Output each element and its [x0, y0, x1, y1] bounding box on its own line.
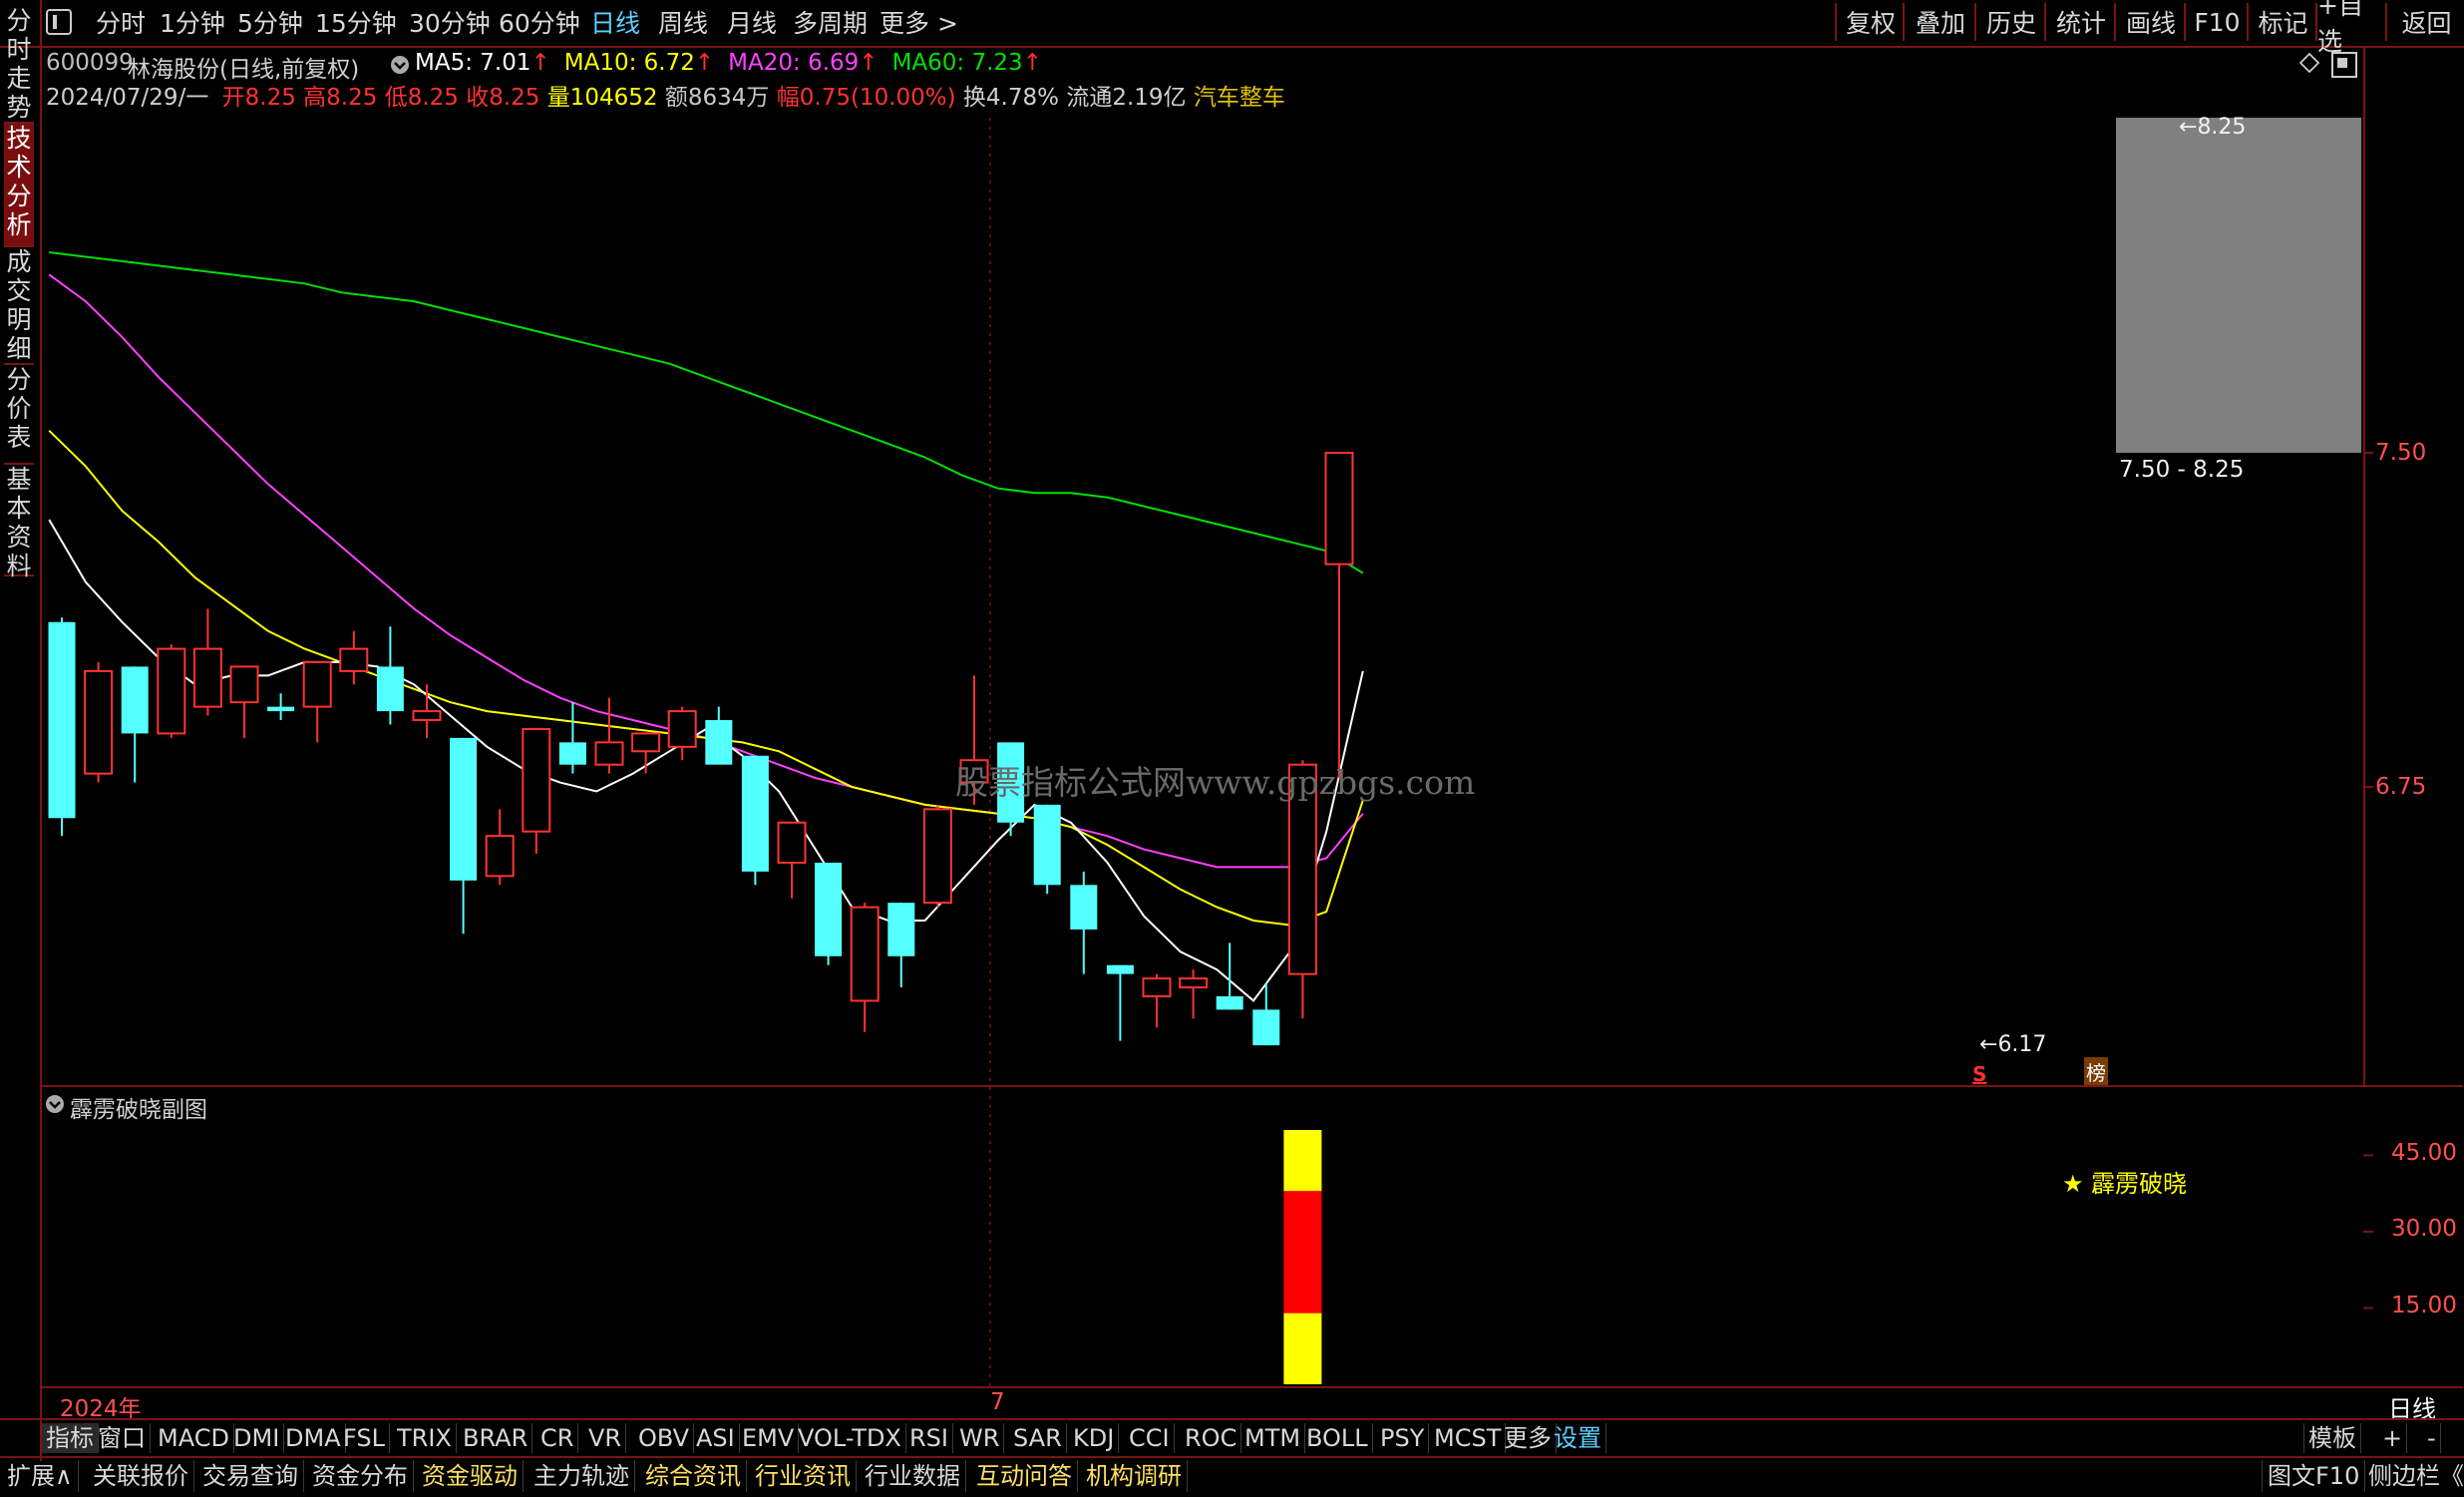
- watermark-text: 股票指标公式网www.gpzbgs.com: [955, 763, 1476, 802]
- bottom-tab-3[interactable]: 资金分布: [307, 1460, 414, 1492]
- indicator-tab-10[interactable]: OBV: [634, 1423, 695, 1453]
- price-axis-label-750: 7.50: [2375, 440, 2427, 466]
- indicator-tab-3[interactable]: DMI: [229, 1423, 285, 1453]
- subchart-title: 霹雳破晓副图: [70, 1097, 207, 1123]
- price-axis-divider: [2363, 48, 2365, 1085]
- bottom-tab-9[interactable]: 互动问答: [971, 1460, 1078, 1492]
- low-price-mark: ←6.17: [1979, 1032, 2047, 1057]
- bottom-tab-10[interactable]: 机构调研: [1081, 1460, 1188, 1492]
- candle-body-22: [850, 906, 880, 1002]
- indicator-tab-23[interactable]: MCST: [1430, 1423, 1507, 1453]
- indicator-tab-1[interactable]: 窗口: [94, 1423, 151, 1453]
- candle-body-17: [667, 710, 697, 748]
- indicator-tab-5[interactable]: FSL: [339, 1423, 390, 1453]
- f10-graphic-button[interactable]: 图文F10: [2262, 1460, 2366, 1492]
- indicator-tab-8[interactable]: CR: [536, 1423, 579, 1453]
- signal-bang-badge[interactable]: 榜: [2084, 1057, 2108, 1086]
- indicator-tab-7[interactable]: BRAR: [459, 1423, 533, 1453]
- remove-indicator-button[interactable]: -: [2423, 1423, 2441, 1453]
- candle-body-21: [815, 862, 843, 956]
- subchart-collapse-icon[interactable]: [46, 1095, 64, 1113]
- subchart-bar-seg-0: [1283, 1312, 1322, 1384]
- candle-body-15: [594, 741, 624, 766]
- subchart-bar-seg-1: [1283, 1191, 1322, 1313]
- candle-body-0: [48, 621, 76, 819]
- bottom-tab-7[interactable]: 行业资讯: [750, 1460, 857, 1492]
- kline-chart[interactable]: [0, 0, 2464, 1495]
- candle-body-20: [777, 821, 807, 864]
- target-range-label: 7.50 - 8.25: [2119, 457, 2245, 483]
- bottom-tab-6[interactable]: 综合资讯: [640, 1460, 747, 1492]
- candle-body-12: [485, 835, 515, 878]
- indicator-tab-4[interactable]: DMA: [281, 1423, 346, 1453]
- target-range-box: [2116, 118, 2361, 453]
- sidebar-toggle-button[interactable]: 侧边栏《: [2363, 1460, 2464, 1492]
- candle-body-9: [376, 666, 404, 712]
- bottom-tab-2[interactable]: 交易查询: [197, 1460, 304, 1492]
- indicator-tab-0[interactable]: 指标: [42, 1423, 99, 1453]
- indicator-tab-21[interactable]: BOLL: [1302, 1423, 1373, 1453]
- high-price-mark: ←8.25: [2179, 115, 2247, 140]
- indicator-tab-13[interactable]: VOL-TDX: [794, 1423, 906, 1453]
- indicator-tab-19[interactable]: ROC: [1181, 1423, 1242, 1453]
- indicator-tab-20[interactable]: MTM: [1240, 1423, 1306, 1453]
- subchart-bar-seg-2: [1283, 1130, 1322, 1192]
- candle-body-23: [887, 903, 915, 956]
- candle-body-19: [741, 755, 769, 872]
- price-axis-label-675: 6.75: [2375, 774, 2427, 800]
- indicator-tab-6[interactable]: TRIX: [393, 1423, 457, 1453]
- indicator-tab-16[interactable]: SAR: [1009, 1423, 1067, 1453]
- candle-body-2: [121, 666, 149, 734]
- candle-body-32: [1216, 995, 1243, 1010]
- candle-body-18: [705, 720, 733, 765]
- signal-s-mark[interactable]: S: [1972, 1062, 1986, 1086]
- candle-body-6: [267, 706, 295, 712]
- indicator-tab-11[interactable]: ASI: [692, 1423, 740, 1453]
- sub-axis-label-15: 15.00: [2391, 1293, 2457, 1318]
- indicator-tab-22[interactable]: PSY: [1376, 1423, 1430, 1453]
- candle-body-35: [1324, 452, 1354, 565]
- indicator-tab-12[interactable]: EMV: [738, 1423, 800, 1453]
- bottom-tab-1[interactable]: 关联报价: [88, 1460, 194, 1492]
- candle-body-28: [1070, 885, 1098, 930]
- indicator-tab-2[interactable]: MACD: [154, 1423, 234, 1453]
- sub-axis-label-45: 45.00: [2391, 1140, 2457, 1166]
- candle-body-7: [302, 660, 332, 708]
- candle-body-11: [450, 737, 478, 881]
- candle-body-30: [1142, 977, 1172, 997]
- candle-body-31: [1179, 977, 1209, 989]
- sub-axis-label-30: 30.00: [2391, 1216, 2457, 1242]
- subchart-divider: [40, 1085, 2463, 1087]
- candle-body-33: [1252, 1009, 1280, 1046]
- add-indicator-button[interactable]: +: [2378, 1423, 2408, 1453]
- indicator-tab-15[interactable]: WR: [955, 1423, 1005, 1453]
- indicator-tab-17[interactable]: KDJ: [1069, 1423, 1120, 1453]
- indicator-tab-9[interactable]: VR: [584, 1423, 627, 1453]
- candle-body-4: [192, 647, 222, 708]
- indicator-tab-24[interactable]: 更多: [1500, 1423, 1557, 1453]
- template-button[interactable]: 模板: [2303, 1423, 2361, 1453]
- candle-body-24: [922, 808, 952, 905]
- bottom-tab-4[interactable]: 资金驱动: [417, 1460, 524, 1492]
- time-axis-month: 7: [990, 1389, 1005, 1415]
- candle-body-10: [412, 710, 442, 722]
- ma60-line: [49, 251, 1364, 574]
- indicator-tab-14[interactable]: RSI: [905, 1423, 953, 1453]
- indicator-tab-18[interactable]: CCI: [1125, 1423, 1175, 1453]
- bottom-tab-0[interactable]: 扩展∧: [2, 1460, 79, 1492]
- candle-body-29: [1106, 964, 1134, 974]
- candle-body-27: [1033, 804, 1061, 886]
- candle-body-8: [339, 647, 369, 672]
- indicator-tab-25[interactable]: 设置: [1550, 1423, 1606, 1453]
- subchart-legend: ★ 霹雳破晓: [2062, 1170, 2188, 1198]
- bottom-tab-8[interactable]: 行业数据: [860, 1460, 966, 1492]
- time-axis-divider: [40, 1386, 2463, 1388]
- candle-body-3: [157, 647, 186, 735]
- candle-body-5: [229, 665, 259, 704]
- candle-body-13: [522, 727, 551, 833]
- candle-body-14: [558, 742, 586, 765]
- candle-body-1: [84, 669, 114, 775]
- candle-body-16: [631, 732, 661, 753]
- bottom-tab-5[interactable]: 主力轨迹: [528, 1460, 635, 1492]
